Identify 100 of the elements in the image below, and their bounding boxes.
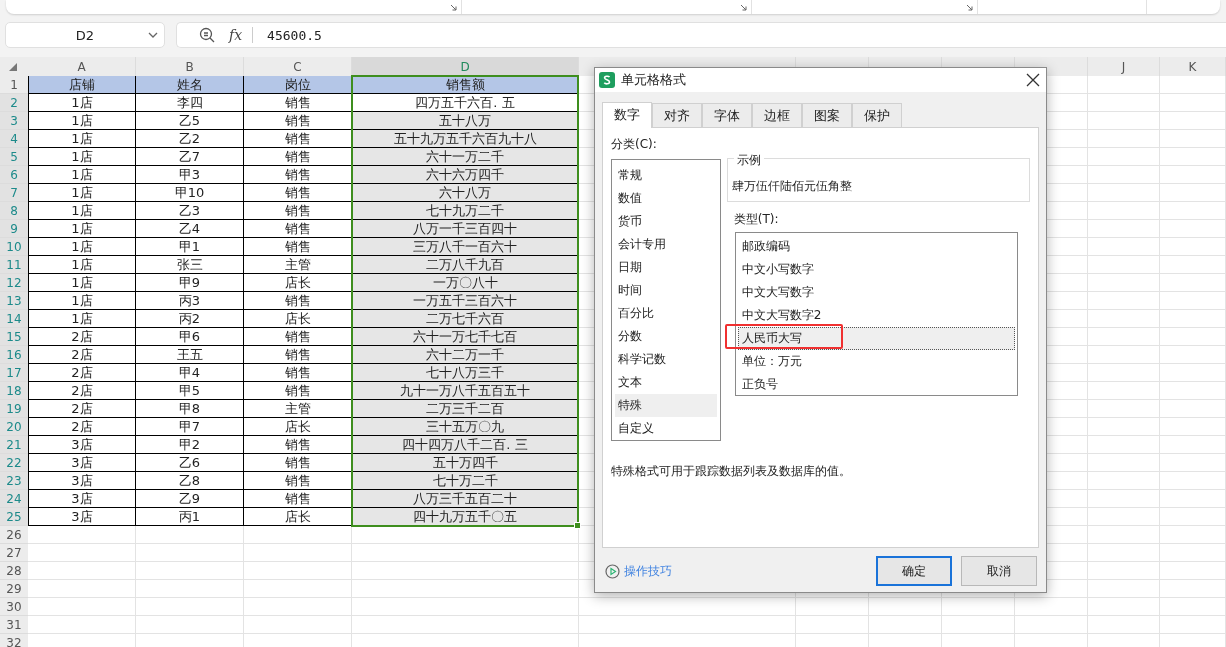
empty-cell[interactable]	[869, 616, 942, 634]
table-cell[interactable]: 甲7	[136, 418, 244, 436]
empty-cell[interactable]	[1160, 382, 1226, 400]
table-cell[interactable]: 2店	[28, 346, 136, 364]
list-item[interactable]: 单位：万元	[737, 350, 1015, 373]
empty-cell[interactable]	[1160, 130, 1226, 148]
table-cell[interactable]: 张三	[136, 256, 244, 274]
row-header[interactable]: 30	[0, 598, 28, 616]
table-cell[interactable]: 销售	[244, 292, 352, 310]
table-cell[interactable]: 销售	[244, 130, 352, 148]
table-cell[interactable]: 1店	[28, 238, 136, 256]
empty-cell[interactable]	[1160, 508, 1226, 526]
table-cell[interactable]: 1店	[28, 94, 136, 112]
table-cell[interactable]: 销售	[244, 382, 352, 400]
table-cell[interactable]: 3店	[28, 508, 136, 526]
table-cell[interactable]: 乙7	[136, 148, 244, 166]
header-cell[interactable]: 店铺	[28, 76, 136, 94]
empty-cell[interactable]	[1088, 526, 1160, 544]
table-cell[interactable]: 三十五万〇九	[352, 418, 579, 436]
list-item[interactable]: 常规	[615, 164, 717, 187]
table-cell[interactable]: 销售	[244, 436, 352, 454]
empty-cell[interactable]	[1160, 562, 1226, 580]
table-cell[interactable]: 五十九万五千六百九十八	[352, 130, 579, 148]
table-cell[interactable]: 六十一万二千	[352, 148, 579, 166]
function-symbol[interactable]: fx	[229, 27, 243, 43]
tab[interactable]: 边框	[752, 103, 802, 127]
table-cell[interactable]: 3店	[28, 472, 136, 490]
empty-cell[interactable]	[1088, 184, 1160, 202]
zoom-icon[interactable]	[199, 27, 215, 43]
header-cell[interactable]: 岗位	[244, 76, 352, 94]
empty-cell[interactable]	[1088, 112, 1160, 130]
tab[interactable]: 数字	[602, 102, 652, 128]
column-header[interactable]: K	[1160, 57, 1226, 76]
empty-cell[interactable]	[1015, 598, 1088, 616]
empty-cell[interactable]	[1160, 346, 1226, 364]
column-header[interactable]: C	[244, 57, 352, 76]
list-item[interactable]: 人民币大写	[737, 327, 1015, 350]
table-cell[interactable]: 丙2	[136, 310, 244, 328]
table-cell[interactable]: 甲9	[136, 274, 244, 292]
row-header[interactable]: 28	[0, 562, 28, 580]
list-item[interactable]: 分数	[615, 325, 717, 348]
table-cell[interactable]: 四十四万八千二百. 三	[352, 436, 579, 454]
table-cell[interactable]: 七十九万二千	[352, 202, 579, 220]
table-cell[interactable]: 甲4	[136, 364, 244, 382]
table-cell[interactable]: 销售	[244, 454, 352, 472]
empty-cell[interactable]	[942, 598, 1015, 616]
list-item[interactable]: 日期	[615, 256, 717, 279]
table-cell[interactable]: 丙1	[136, 508, 244, 526]
table-cell[interactable]: 1店	[28, 310, 136, 328]
table-cell[interactable]: 店长	[244, 508, 352, 526]
caret-icon[interactable]	[148, 32, 158, 39]
table-cell[interactable]: 2店	[28, 400, 136, 418]
table-cell[interactable]: 销售	[244, 166, 352, 184]
empty-cell[interactable]	[1088, 436, 1160, 454]
table-cell[interactable]: 乙3	[136, 202, 244, 220]
table-cell[interactable]: 店长	[244, 274, 352, 292]
table-cell[interactable]: 1店	[28, 166, 136, 184]
empty-cell[interactable]	[1088, 616, 1160, 634]
empty-cell[interactable]	[1160, 238, 1226, 256]
empty-cell[interactable]	[942, 616, 1015, 634]
empty-cell[interactable]	[579, 598, 796, 616]
empty-cell[interactable]	[1160, 148, 1226, 166]
table-cell[interactable]: 乙4	[136, 220, 244, 238]
tab[interactable]: 保护	[852, 103, 902, 127]
table-cell[interactable]: 李四	[136, 94, 244, 112]
tab[interactable]: 对齐	[652, 103, 702, 127]
table-cell[interactable]: 1店	[28, 130, 136, 148]
empty-cell[interactable]	[136, 526, 244, 544]
table-cell[interactable]: 1店	[28, 274, 136, 292]
table-cell[interactable]: 甲5	[136, 382, 244, 400]
empty-cell[interactable]	[1160, 112, 1226, 130]
select-all-icon[interactable]	[9, 63, 17, 71]
table-cell[interactable]: 八万一千三百四十	[352, 220, 579, 238]
empty-cell[interactable]	[1088, 490, 1160, 508]
empty-cell[interactable]	[136, 598, 244, 616]
name-box[interactable]: D2	[5, 22, 165, 48]
empty-cell[interactable]	[1160, 274, 1226, 292]
empty-cell[interactable]	[352, 580, 579, 598]
empty-cell[interactable]	[1160, 292, 1226, 310]
row-header[interactable]: 29	[0, 580, 28, 598]
table-cell[interactable]: 主管	[244, 256, 352, 274]
launcher-icon[interactable]	[966, 4, 973, 11]
empty-cell[interactable]	[1088, 562, 1160, 580]
row-header[interactable]: 26	[0, 526, 28, 544]
table-cell[interactable]: 销售	[244, 94, 352, 112]
tips-link[interactable]: 操作技巧	[605, 562, 867, 580]
table-cell[interactable]: 销售	[244, 148, 352, 166]
table-cell[interactable]: 乙5	[136, 112, 244, 130]
empty-cell[interactable]	[1160, 202, 1226, 220]
table-cell[interactable]: 甲8	[136, 400, 244, 418]
table-cell[interactable]: 七十八万三千	[352, 364, 579, 382]
table-cell[interactable]: 1店	[28, 256, 136, 274]
empty-cell[interactable]	[1088, 598, 1160, 616]
empty-cell[interactable]	[1160, 418, 1226, 436]
empty-cell[interactable]	[1088, 454, 1160, 472]
dialog-button[interactable]: 确定	[876, 556, 952, 586]
table-cell[interactable]: 2店	[28, 364, 136, 382]
table-cell[interactable]: 三万八千一百六十	[352, 238, 579, 256]
empty-cell[interactable]	[244, 616, 352, 634]
empty-cell[interactable]	[136, 544, 244, 562]
